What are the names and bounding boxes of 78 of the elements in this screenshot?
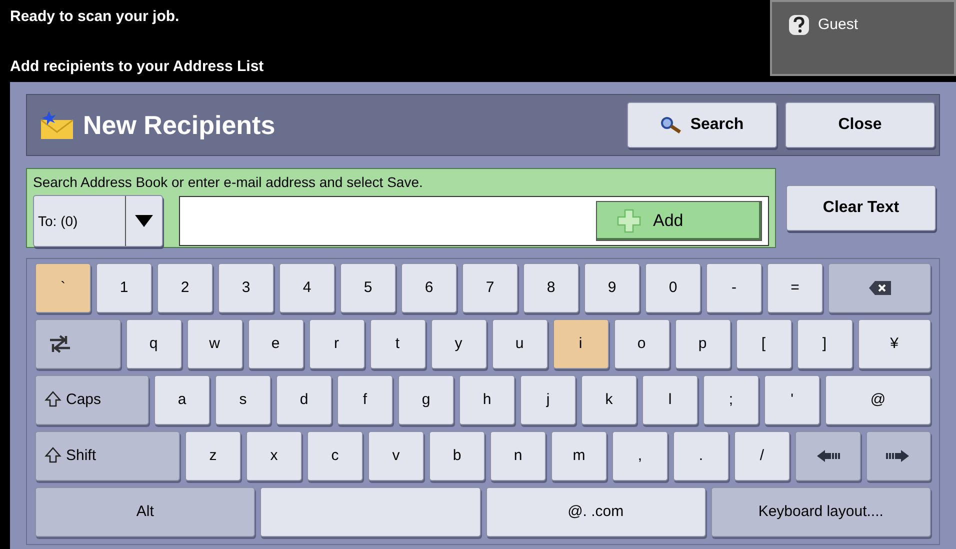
keyboard-key[interactable]: e bbox=[248, 319, 304, 369]
keyboard-key[interactable]: ] bbox=[796, 319, 852, 369]
right-arrow-icon bbox=[886, 449, 910, 463]
close-button[interactable]: Close bbox=[785, 102, 935, 148]
keyboard-key[interactable]: s bbox=[215, 375, 271, 425]
keyboard-key[interactable]: n bbox=[490, 431, 546, 481]
keyboard-key[interactable]: y bbox=[430, 319, 486, 369]
envelope-star-icon bbox=[39, 110, 75, 140]
keyboard-key[interactable]: k bbox=[581, 375, 637, 425]
keyboard-key[interactable]: r bbox=[308, 319, 364, 369]
keyboard-key[interactable]: ; bbox=[703, 375, 759, 425]
keyboard-key[interactable]: @. .com bbox=[486, 487, 706, 537]
keyboard-key[interactable]: 9 bbox=[584, 263, 640, 313]
keyboard-key[interactable]: v bbox=[368, 431, 424, 481]
search-button[interactable]: Search bbox=[627, 102, 777, 148]
keyboard-key[interactable]: a bbox=[154, 375, 210, 425]
keyboard-key[interactable]: @ bbox=[825, 375, 931, 425]
keyboard-key[interactable]: i bbox=[552, 319, 608, 369]
tab-key[interactable] bbox=[35, 319, 120, 369]
header-title: New Recipients bbox=[83, 108, 276, 142]
recipient-type-dropdown[interactable]: To: (0) bbox=[33, 195, 163, 247]
function-key[interactable]: Alt bbox=[35, 487, 256, 537]
keyboard-key[interactable]: ` bbox=[35, 263, 91, 313]
email-input-field[interactable]: Add bbox=[179, 196, 769, 246]
caps-key[interactable]: Caps bbox=[35, 375, 149, 425]
keyboard-key[interactable]: g bbox=[398, 375, 454, 425]
keyboard-key[interactable]: ¥ bbox=[858, 319, 931, 369]
clear-text-button[interactable]: Clear Text bbox=[786, 185, 936, 231]
function-key[interactable]: Keyboard layout.... bbox=[710, 487, 931, 537]
help-icon bbox=[788, 14, 810, 36]
guest-button[interactable]: Guest bbox=[770, 0, 956, 76]
plus-icon bbox=[617, 209, 641, 233]
backspace-key[interactable] bbox=[828, 263, 931, 313]
keyboard-key[interactable]: , bbox=[612, 431, 668, 481]
address-hint: Search Address Book or enter e-mail address and select Save. bbox=[33, 173, 424, 192]
space-key[interactable] bbox=[260, 487, 480, 537]
keyboard-key[interactable]: 0 bbox=[645, 263, 701, 313]
keyboard-key[interactable]: u bbox=[492, 319, 548, 369]
keyboard-key[interactable]: x bbox=[246, 431, 302, 481]
keyboard-key[interactable]: z bbox=[185, 431, 241, 481]
keyboard-key[interactable]: m bbox=[551, 431, 607, 481]
tab-arrows-icon bbox=[48, 334, 72, 354]
keyboard-key[interactable]: c bbox=[307, 431, 363, 481]
search-icon bbox=[660, 116, 682, 134]
keyboard-key[interactable]: 5 bbox=[340, 263, 396, 313]
keyboard-key[interactable]: 6 bbox=[401, 263, 457, 313]
keyboard-key[interactable]: b bbox=[429, 431, 485, 481]
keyboard-key[interactable]: [ bbox=[736, 319, 792, 369]
add-button[interactable]: Add bbox=[596, 201, 762, 241]
keyboard-key[interactable]: p bbox=[674, 319, 730, 369]
dropdown-triangle-icon bbox=[134, 214, 154, 228]
left-arrow-key[interactable] bbox=[795, 431, 860, 481]
keyboard-key[interactable]: w bbox=[186, 319, 242, 369]
left-arrow-icon bbox=[816, 449, 840, 463]
instruction-text: Add recipients to your Address List bbox=[10, 56, 265, 76]
keyboard-key[interactable]: 3 bbox=[218, 263, 274, 313]
keyboard-key[interactable]: = bbox=[767, 263, 823, 313]
keyboard-key[interactable]: d bbox=[276, 375, 332, 425]
backspace-icon bbox=[868, 280, 892, 296]
keyboard-key[interactable]: h bbox=[459, 375, 515, 425]
keyboard-key[interactable]: 8 bbox=[523, 263, 579, 313]
keyboard-key[interactable]: j bbox=[520, 375, 576, 425]
shift-key[interactable]: Shift bbox=[35, 431, 180, 481]
keyboard-key[interactable]: 7 bbox=[462, 263, 518, 313]
keyboard-key[interactable]: . bbox=[673, 431, 729, 481]
keyboard-key[interactable]: l bbox=[642, 375, 698, 425]
right-arrow-key[interactable] bbox=[866, 431, 931, 481]
keyboard-key[interactable]: 4 bbox=[279, 263, 335, 313]
status-message: Ready to scan your job. bbox=[10, 7, 180, 27]
keyboard-key[interactable]: / bbox=[734, 431, 790, 481]
keyboard-key[interactable]: q bbox=[126, 319, 182, 369]
keyboard-key[interactable]: - bbox=[706, 263, 762, 313]
keyboard-key[interactable]: 1 bbox=[96, 263, 152, 313]
keyboard-key[interactable]: 2 bbox=[157, 263, 213, 313]
keyboard-key[interactable]: f bbox=[337, 375, 393, 425]
keyboard-key[interactable]: t bbox=[370, 319, 426, 369]
keyboard-key[interactable]: o bbox=[614, 319, 670, 369]
keyboard-key[interactable]: ' bbox=[764, 375, 820, 425]
